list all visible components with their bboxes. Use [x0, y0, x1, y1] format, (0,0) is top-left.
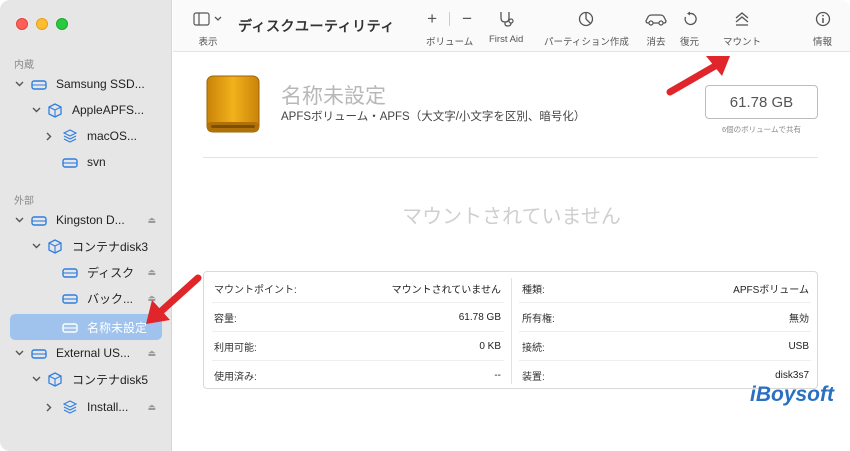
- sidebar-item-label: Kingston D...: [56, 213, 125, 227]
- sidebar-item-label: External US...: [56, 346, 131, 360]
- chevron-down-icon[interactable]: [14, 215, 24, 225]
- close-button[interactable]: [16, 18, 28, 30]
- stethoscope-icon: [497, 10, 515, 28]
- add-volume-button[interactable]: +: [427, 9, 437, 29]
- section-external-label: 外部: [14, 196, 34, 207]
- sidebar-item-macos[interactable]: macOS...: [0, 123, 172, 149]
- window-title: ディスクユーティリティ: [238, 18, 395, 34]
- eject-icon[interactable]: ⏏: [147, 293, 156, 304]
- divider: [449, 12, 451, 26]
- drive-icon: [31, 346, 47, 360]
- sidebar-item-external-usb[interactable]: External US... ⏏: [0, 340, 172, 366]
- sidebar-item-label: ディスク: [87, 265, 135, 280]
- sidebar-item-label: コンテナdisk5: [72, 372, 149, 387]
- restore-icon: [682, 10, 698, 28]
- eraser-icon: [645, 10, 667, 28]
- info-button[interactable]: 情報: [813, 10, 832, 48]
- pie-chart-icon: [578, 10, 594, 28]
- partition-button[interactable]: パーティション作成: [544, 10, 629, 48]
- zoom-button[interactable]: [56, 18, 68, 30]
- detail-row-connection: 接続: USB: [522, 341, 809, 354]
- sidebar-item-disk[interactable]: ディスク ⏏: [0, 259, 172, 285]
- sidebar-item-label: svn: [87, 155, 106, 169]
- sidebar-item-samsung-ssd[interactable]: Samsung SSD...: [0, 71, 172, 97]
- window-controls: [16, 18, 68, 30]
- sidebar-toggle-icon: [193, 10, 223, 28]
- sidebar-item-backup[interactable]: バック... ⏏: [0, 285, 172, 311]
- chevron-down-icon[interactable]: [31, 105, 41, 115]
- chevron-down-icon[interactable]: [14, 79, 24, 89]
- container-icon: [47, 102, 63, 118]
- minimize-button[interactable]: [36, 18, 48, 30]
- main-panel: 表示 ディスクユーティリティ + − ボリューム First Aid パーティシ…: [173, 0, 850, 451]
- sidebar-item-label: AppleAPFS...: [72, 103, 145, 117]
- volume-size: 61.78 GB: [705, 85, 818, 119]
- divider: [203, 157, 818, 158]
- detail-row-ownership: 所有権: 無効: [522, 314, 809, 325]
- mount-icon: [734, 10, 750, 28]
- sidebar-item-label: Install...: [87, 400, 129, 414]
- sidebar: 内蔵 Samsung SSD... AppleAPFS... macOS... …: [0, 0, 172, 451]
- volume-stack-icon: [62, 129, 78, 143]
- eject-icon[interactable]: ⏏: [147, 215, 156, 226]
- drive-icon: [62, 265, 78, 279]
- detail-row-available: 利用可能: 0 KB: [214, 341, 501, 354]
- info-icon: [815, 10, 831, 28]
- container-icon: [47, 238, 63, 254]
- chevron-down-icon[interactable]: [31, 241, 41, 251]
- drive-icon: [31, 213, 47, 227]
- volume-stack-icon: [62, 400, 78, 414]
- eject-icon[interactable]: ⏏: [147, 402, 156, 413]
- sidebar-item-label: Samsung SSD...: [56, 77, 145, 91]
- volume-button-group: + − ボリューム: [426, 9, 474, 48]
- sidebar-item-svn[interactable]: svn: [0, 149, 172, 175]
- volume-name: 名称未設定: [281, 85, 386, 108]
- shared-note: 6個のボリュームで共有: [722, 125, 801, 134]
- remove-volume-button[interactable]: −: [462, 9, 472, 29]
- sidebar-item-label: コンテナdisk3: [72, 239, 149, 254]
- drive-icon: [62, 155, 78, 169]
- sidebar-item-container-disk5[interactable]: コンテナdisk5: [0, 366, 172, 392]
- erase-button[interactable]: 消去: [645, 10, 667, 48]
- detail-row-used: 使用済み: --: [214, 370, 501, 383]
- sidebar-item-untitled[interactable]: 名称未設定: [0, 314, 172, 340]
- mount-button[interactable]: マウント: [723, 10, 761, 48]
- first-aid-button[interactable]: First Aid: [489, 10, 523, 45]
- sidebar-item-label: 名称未設定: [87, 320, 148, 335]
- drive-icon: [62, 320, 78, 334]
- sidebar-item-kingston[interactable]: Kingston D... ⏏: [0, 207, 172, 233]
- detail-row-capacity: 容量: 61.78 GB: [214, 312, 501, 325]
- sidebar-item-label: macOS...: [87, 129, 138, 143]
- toolbar: 表示 ディスクユーティリティ + − ボリューム First Aid パーティシ…: [173, 0, 850, 52]
- chevron-down-icon[interactable]: [31, 374, 41, 384]
- unmounted-message: マウントされていません: [402, 206, 621, 228]
- eject-icon[interactable]: ⏏: [147, 348, 156, 359]
- sidebar-item-apfs-container[interactable]: AppleAPFS...: [0, 97, 172, 123]
- disk-utility-window: 内蔵 Samsung SSD... AppleAPFS... macOS... …: [0, 0, 850, 451]
- sidebar-item-install[interactable]: Install... ⏏: [0, 394, 172, 420]
- sidebar-item-container-disk3[interactable]: コンテナdisk3: [0, 233, 172, 259]
- detail-row-mount-point: マウントポイント: マウントされていません: [214, 285, 501, 296]
- disk-drive-icon: [203, 74, 263, 139]
- container-icon: [47, 371, 63, 387]
- restore-button[interactable]: 復元: [680, 10, 699, 48]
- sidebar-item-label: バック...: [87, 291, 134, 306]
- eject-icon[interactable]: ⏏: [147, 267, 156, 278]
- chevron-right-icon[interactable]: [44, 402, 54, 412]
- watermark-logo: iBoysoft: [750, 383, 834, 406]
- chevron-right-icon[interactable]: [44, 131, 54, 141]
- detail-row-type: 種類: APFSボリューム: [522, 285, 809, 296]
- view-button[interactable]: 表示: [193, 10, 223, 48]
- chevron-down-icon[interactable]: [14, 348, 24, 358]
- drive-icon: [31, 77, 47, 91]
- drive-icon: [62, 291, 78, 305]
- section-internal-label: 内蔵: [14, 60, 34, 71]
- volume-description: APFSボリューム・APFS（大文字/小文字を区別、暗号化）: [281, 111, 586, 123]
- details-table: マウントポイント: マウントされていません 容量: 61.78 GB 利用可能:…: [203, 271, 818, 389]
